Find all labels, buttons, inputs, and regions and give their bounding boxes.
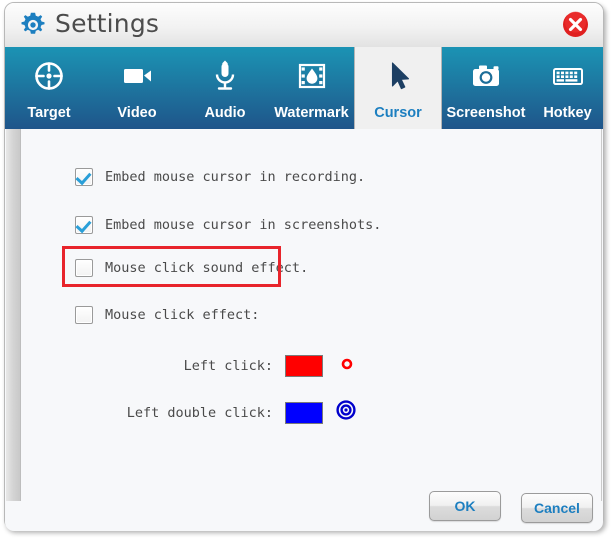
option-label: Mouse click sound effect. [105,260,309,276]
gear-icon [20,12,46,38]
row-left-double-click-color: Left double click: [77,400,367,425]
tab-label: Cursor [374,105,422,121]
target-crosshair-icon [29,59,69,93]
content-area: Embed mouse cursor in recording. Embed m… [5,129,603,531]
tab-screenshot[interactable]: Screenshot [442,47,530,129]
mouse-pointer-icon [378,59,418,93]
option-label: Mouse click effect: [105,307,260,323]
tab-label: Target [27,105,71,121]
option-embed-cursor-screenshots[interactable]: Embed mouse cursor in screenshots. [75,214,381,236]
tab-hotkey[interactable]: Hotkey [530,47,605,129]
tab-label: Screenshot [446,105,526,121]
tab-audio[interactable]: Audio [181,47,269,129]
ok-button[interactable]: OK [429,491,501,521]
settings-window-root: Settings Target Video Audio Watermark Cu… [0,0,612,542]
tab-label: Hotkey [543,105,592,121]
left-double-click-color-swatch[interactable] [285,401,323,424]
option-mouse-click-effect[interactable]: Mouse click effect: [75,304,259,326]
tab-video[interactable]: Video [93,47,181,129]
checkbox-mouse-click-sound-effect[interactable] [75,259,93,277]
microphone-icon [205,59,245,93]
option-label: Embed mouse cursor in recording. [105,169,366,185]
video-camera-icon [117,59,157,93]
window-title: Settings [55,9,160,38]
cancel-button[interactable]: Cancel [521,493,593,523]
checkbox-embed-cursor-recording[interactable] [75,168,93,186]
option-mouse-click-sound-effect[interactable]: Mouse click sound effect. [75,257,308,279]
filmstrip-droplet-icon [292,59,332,93]
tab-cursor[interactable]: Cursor [354,47,442,129]
tab-label: Watermark [274,105,349,121]
camera-icon [466,59,506,93]
left-click-preview-ring-icon [341,357,353,375]
checkbox-mouse-click-effect[interactable] [75,306,93,324]
tab-strip: Target Video Audio Watermark Cursor Scre… [5,47,603,129]
keyboard-icon [548,59,588,93]
left-double-click-preview-bullseye-icon [336,400,356,425]
left-click-label: Left click: [183,358,273,374]
left-scroll-rail[interactable] [6,129,21,501]
checkbox-embed-cursor-screenshots[interactable] [75,216,93,234]
cursor-settings-pane: Embed mouse cursor in recording. Embed m… [21,129,601,501]
left-click-color-swatch[interactable] [285,355,323,377]
tab-label: Audio [204,105,246,121]
tab-watermark[interactable]: Watermark [269,47,354,129]
row-left-click-color: Left click: [125,355,365,377]
title-bar: Settings [5,3,603,47]
close-icon[interactable] [562,11,589,38]
option-label: Embed mouse cursor in screenshots. [105,217,382,233]
tab-label: Video [117,105,157,121]
option-embed-cursor-recording[interactable]: Embed mouse cursor in recording. [75,166,365,188]
settings-window: Settings Target Video Audio Watermark Cu… [4,2,604,531]
tab-target[interactable]: Target [5,47,93,129]
left-double-click-label: Left double click: [126,404,273,421]
